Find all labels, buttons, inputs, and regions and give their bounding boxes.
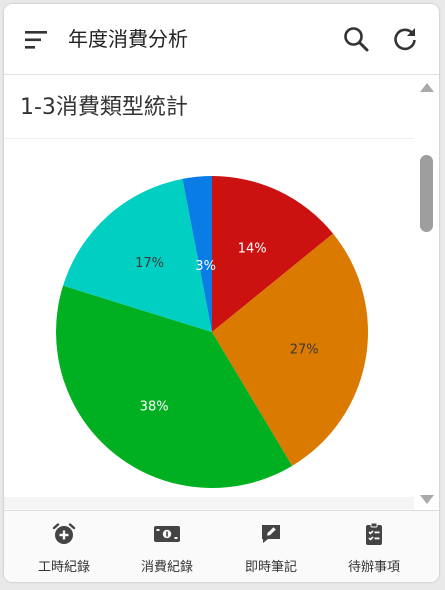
pie-data-label: 14% xyxy=(238,241,267,256)
nav-item-todo[interactable]: 待辦事項 xyxy=(324,511,424,582)
search-icon[interactable] xyxy=(342,25,370,53)
nav-label: 工時紀錄 xyxy=(37,560,90,575)
menu-icon[interactable] xyxy=(24,28,48,52)
page-title: 年度消費分析 xyxy=(68,27,188,51)
note-edit-icon xyxy=(262,525,280,543)
checklist-icon xyxy=(366,522,382,545)
scrollbar[interactable] xyxy=(414,75,439,509)
chart-card: 1-3消費類型統計 14% 27% 38% 17% 3% xyxy=(4,75,414,497)
alarm-add-icon xyxy=(52,523,76,544)
bottom-nav: 工時紀錄 消費紀錄 即時筆記 待辦事項 xyxy=(4,510,439,582)
nav-item-expenses[interactable]: 消費紀錄 xyxy=(117,511,217,582)
pie-data-label: 38% xyxy=(140,400,169,415)
app-bar: 年度消費分析 xyxy=(4,4,439,75)
nav-label: 待辦事項 xyxy=(347,560,400,575)
pie-data-label: 17% xyxy=(135,256,164,271)
scroll-up-arrow-icon[interactable] xyxy=(420,83,434,92)
money-icon xyxy=(154,526,180,542)
nav-item-notes[interactable]: 即時筆記 xyxy=(221,511,321,582)
pie-data-label: 3% xyxy=(195,259,216,274)
pie-chart: 14% 27% 38% 17% 3% xyxy=(55,176,368,488)
pie-data-label: 27% xyxy=(290,342,319,357)
nav-item-work-hours[interactable]: 工時紀錄 xyxy=(14,511,114,582)
content-area[interactable]: 1-3消費類型統計 14% 27% 38% 17% 3% xyxy=(4,75,439,509)
app-window: 年度消費分析 1-3消費類型統計 14% 27% 38% 17% 3% 工時紀錄… xyxy=(4,4,439,582)
nav-label: 即時筆記 xyxy=(244,560,297,575)
scroll-thumb[interactable] xyxy=(420,155,433,232)
nav-label: 消費紀錄 xyxy=(140,560,193,575)
scroll-down-arrow-icon[interactable] xyxy=(420,495,434,504)
refresh-icon[interactable] xyxy=(391,25,419,53)
